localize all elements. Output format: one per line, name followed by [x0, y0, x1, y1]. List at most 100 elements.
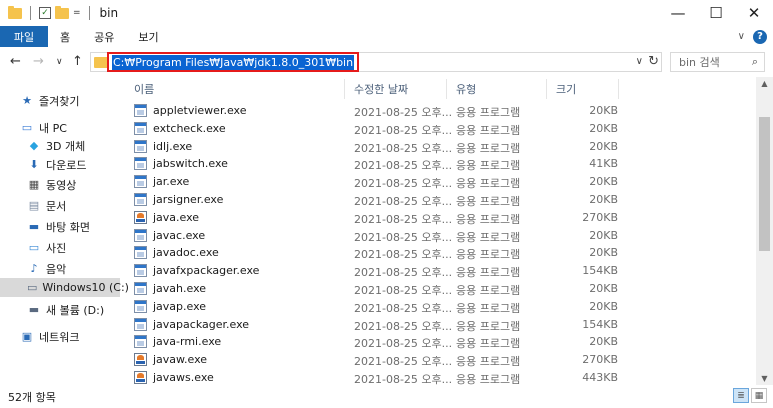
sidebar-item-drive-d[interactable]: ▬ 새 볼륨 (D:): [27, 300, 104, 319]
file-size: 154KB: [582, 317, 618, 331]
table-row[interactable]: javapackager.exe 2021-08-25 오후... 응용 프로그램 1…: [134, 316, 634, 334]
scrollbar-thumb[interactable]: [759, 117, 770, 251]
java-icon: [134, 371, 147, 384]
file-list: ^ 이름 수정한 날짜 유형 크기 appletviewer.exe 2021-0…: [128, 77, 756, 385]
table-row[interactable]: jar.exe 2021-08-25 오후... 응용 프로그램 20KB: [134, 173, 634, 191]
file-date: 2021-08-25 오후...: [354, 230, 453, 244]
scroll-up-icon[interactable]: ▲: [756, 79, 773, 88]
table-row[interactable]: javaws.exe 2021-08-25 오후... 응용 프로그램 443KB: [134, 369, 634, 385]
vertical-scrollbar[interactable]: ▲ ▼: [756, 77, 773, 385]
table-row[interactable]: java.exe 2021-08-25 오후... 응용 프로그램 270KB: [134, 209, 634, 227]
sidebar-item-drive-c[interactable]: ▭ Windows10 (C:): [0, 278, 129, 297]
table-row[interactable]: appletviewer.exe 2021-08-25 오후... 응용 프로그램 2…: [134, 102, 634, 120]
navigation-pane: ★ 즐겨찾기 ▭ 내 PC ◆ 3D 개체 ⬇ 다운로드 ▦ 동영상 ▤ 문서 …: [0, 77, 129, 385]
exe-icon: [134, 335, 147, 349]
sidebar-item-videos[interactable]: ▦ 동영상: [27, 175, 77, 194]
new-folder-icon[interactable]: [55, 5, 69, 19]
column-divider[interactable]: [618, 79, 619, 99]
sidebar-item-label: 새 볼륨 (D:): [46, 303, 105, 317]
table-row[interactable]: idlj.exe 2021-08-25 오후... 응용 프로그램 20KB: [134, 138, 634, 156]
sidebar-item-downloads[interactable]: ⬇ 다운로드: [27, 155, 86, 174]
file-type: 응용 프로그램: [456, 337, 521, 351]
maximize-button[interactable]: ☐: [697, 0, 735, 26]
column-header-date[interactable]: 수정한 날짜: [354, 79, 408, 99]
sidebar-item-music[interactable]: ♪ 음악: [27, 259, 66, 278]
file-type: 응용 프로그램: [456, 301, 521, 315]
refresh-icon[interactable]: ↻: [648, 54, 659, 69]
table-row[interactable]: javafxpackager.exe 2021-08-25 오후... 응용 프로그…: [134, 262, 634, 280]
divider: [30, 6, 31, 20]
table-row[interactable]: extcheck.exe 2021-08-25 오후... 응용 프로그램 20KB: [134, 120, 634, 138]
table-row[interactable]: jabswitch.exe 2021-08-25 오후... 응용 프로그램 41KB: [134, 155, 634, 173]
address-path[interactable]: C:₩Program Files₩Java₩jdk1.8.0_301₩bin: [112, 54, 355, 70]
sidebar-item-quick-access[interactable]: ★ 즐겨찾기: [20, 91, 79, 110]
scroll-down-icon[interactable]: ▼: [756, 374, 773, 383]
table-row[interactable]: jarsigner.exe 2021-08-25 오후... 응용 프로그램 20KB: [134, 191, 634, 209]
column-divider[interactable]: [546, 79, 547, 99]
recent-locations-button[interactable]: ∨: [56, 57, 63, 67]
sidebar-item-documents[interactable]: ▤ 문서: [27, 196, 66, 215]
details-view-icon[interactable]: ≣: [733, 388, 749, 403]
properties-check-icon[interactable]: ✓: [39, 7, 51, 19]
sidebar-item-label: Windows10 (C:): [42, 281, 129, 294]
sidebar-item-desktop[interactable]: ▬ 바탕 화면: [27, 217, 90, 236]
file-type: 응용 프로그램: [456, 284, 521, 297]
star-icon: ★: [22, 94, 32, 107]
table-row[interactable]: javadoc.exe 2021-08-25 오후... 응용 프로그램 20KB: [134, 244, 634, 262]
document-icon: ▤: [28, 199, 40, 212]
address-bar[interactable]: C:₩Program Files₩Java₩jdk1.8.0_301₩bin ∨…: [90, 52, 662, 72]
exe-icon: [134, 157, 147, 171]
exe-icon: [134, 317, 147, 331]
file-date: 2021-08-25 오후...: [354, 195, 453, 208]
column-header-size[interactable]: 크기: [556, 79, 576, 99]
file-date: 2021-08-25 오후...: [354, 355, 453, 369]
search-icon[interactable]: ⌕: [752, 55, 758, 69]
address-dropdown-icon[interactable]: ∨: [636, 56, 643, 67]
desktop-icon: ▬: [28, 220, 40, 233]
sidebar-item-3d-objects[interactable]: ◆ 3D 개체: [27, 136, 85, 155]
address-row: ← → ∨ ↑ C:₩Program Files₩Java₩jdk1.8.0_3…: [0, 47, 773, 77]
file-size: 20KB: [589, 139, 618, 153]
tab-home[interactable]: 홈: [48, 26, 82, 47]
file-size: 270KB: [582, 210, 618, 224]
table-row[interactable]: java-rmi.exe 2021-08-25 오후... 응용 프로그램 20KB: [134, 333, 634, 351]
customize-toolbar-dropdown[interactable]: =: [73, 8, 81, 18]
file-name: jar.exe: [153, 175, 190, 189]
close-button[interactable]: ✕: [735, 0, 773, 26]
file-type: 응용 프로그램: [456, 266, 521, 280]
file-date: 2021-08-25 오후...: [354, 266, 453, 280]
file-size: 443KB: [582, 371, 618, 384]
up-button[interactable]: ↑: [72, 54, 83, 69]
sidebar-item-label: 동영상: [46, 178, 77, 192]
large-icons-view-icon[interactable]: ▦: [751, 388, 767, 403]
tab-file[interactable]: 파일: [0, 26, 48, 47]
column-divider[interactable]: [446, 79, 447, 99]
drive-d-icon: ▬: [28, 303, 40, 316]
exe-icon: [134, 299, 147, 313]
sidebar-item-label: 즐겨찾기: [39, 94, 80, 108]
sidebar-item-this-pc[interactable]: ▭ 내 PC: [20, 118, 67, 137]
exe-icon: [134, 282, 147, 295]
column-header-type[interactable]: 유형: [456, 79, 476, 99]
table-row[interactable]: javah.exe 2021-08-25 오후... 응용 프로그램 20KB: [134, 280, 634, 298]
expand-ribbon-icon[interactable]: ∨: [738, 31, 745, 42]
file-type: 응용 프로그램: [456, 195, 521, 208]
table-row[interactable]: javac.exe 2021-08-25 오후... 응용 프로그램 20KB: [134, 227, 634, 245]
minimize-button[interactable]: —: [659, 0, 697, 26]
tab-view[interactable]: 보기: [126, 26, 170, 47]
file-date: 2021-08-25 오후...: [354, 248, 453, 262]
column-header-name[interactable]: 이름: [134, 79, 154, 99]
address-path-highlight[interactable]: C:₩Program Files₩Java₩jdk1.8.0_301₩bin: [107, 52, 360, 72]
forward-button[interactable]: →: [33, 54, 44, 69]
sidebar-item-network[interactable]: ▣ 네트워크: [20, 327, 80, 346]
search-input[interactable]: bin 검색 ⌕: [670, 52, 765, 72]
table-row[interactable]: javap.exe 2021-08-25 오후... 응용 프로그램 20KB: [134, 298, 634, 316]
sidebar-item-pictures[interactable]: ▭ 사진: [27, 238, 66, 257]
file-type: 응용 프로그램: [456, 355, 521, 369]
help-icon[interactable]: ?: [753, 29, 767, 44]
tab-share[interactable]: 공유: [82, 26, 126, 47]
table-row[interactable]: javaw.exe 2021-08-25 오후... 응용 프로그램 270KB: [134, 351, 634, 369]
back-button[interactable]: ←: [10, 54, 21, 69]
column-divider[interactable]: [344, 79, 345, 99]
file-name: javah.exe: [153, 282, 207, 295]
